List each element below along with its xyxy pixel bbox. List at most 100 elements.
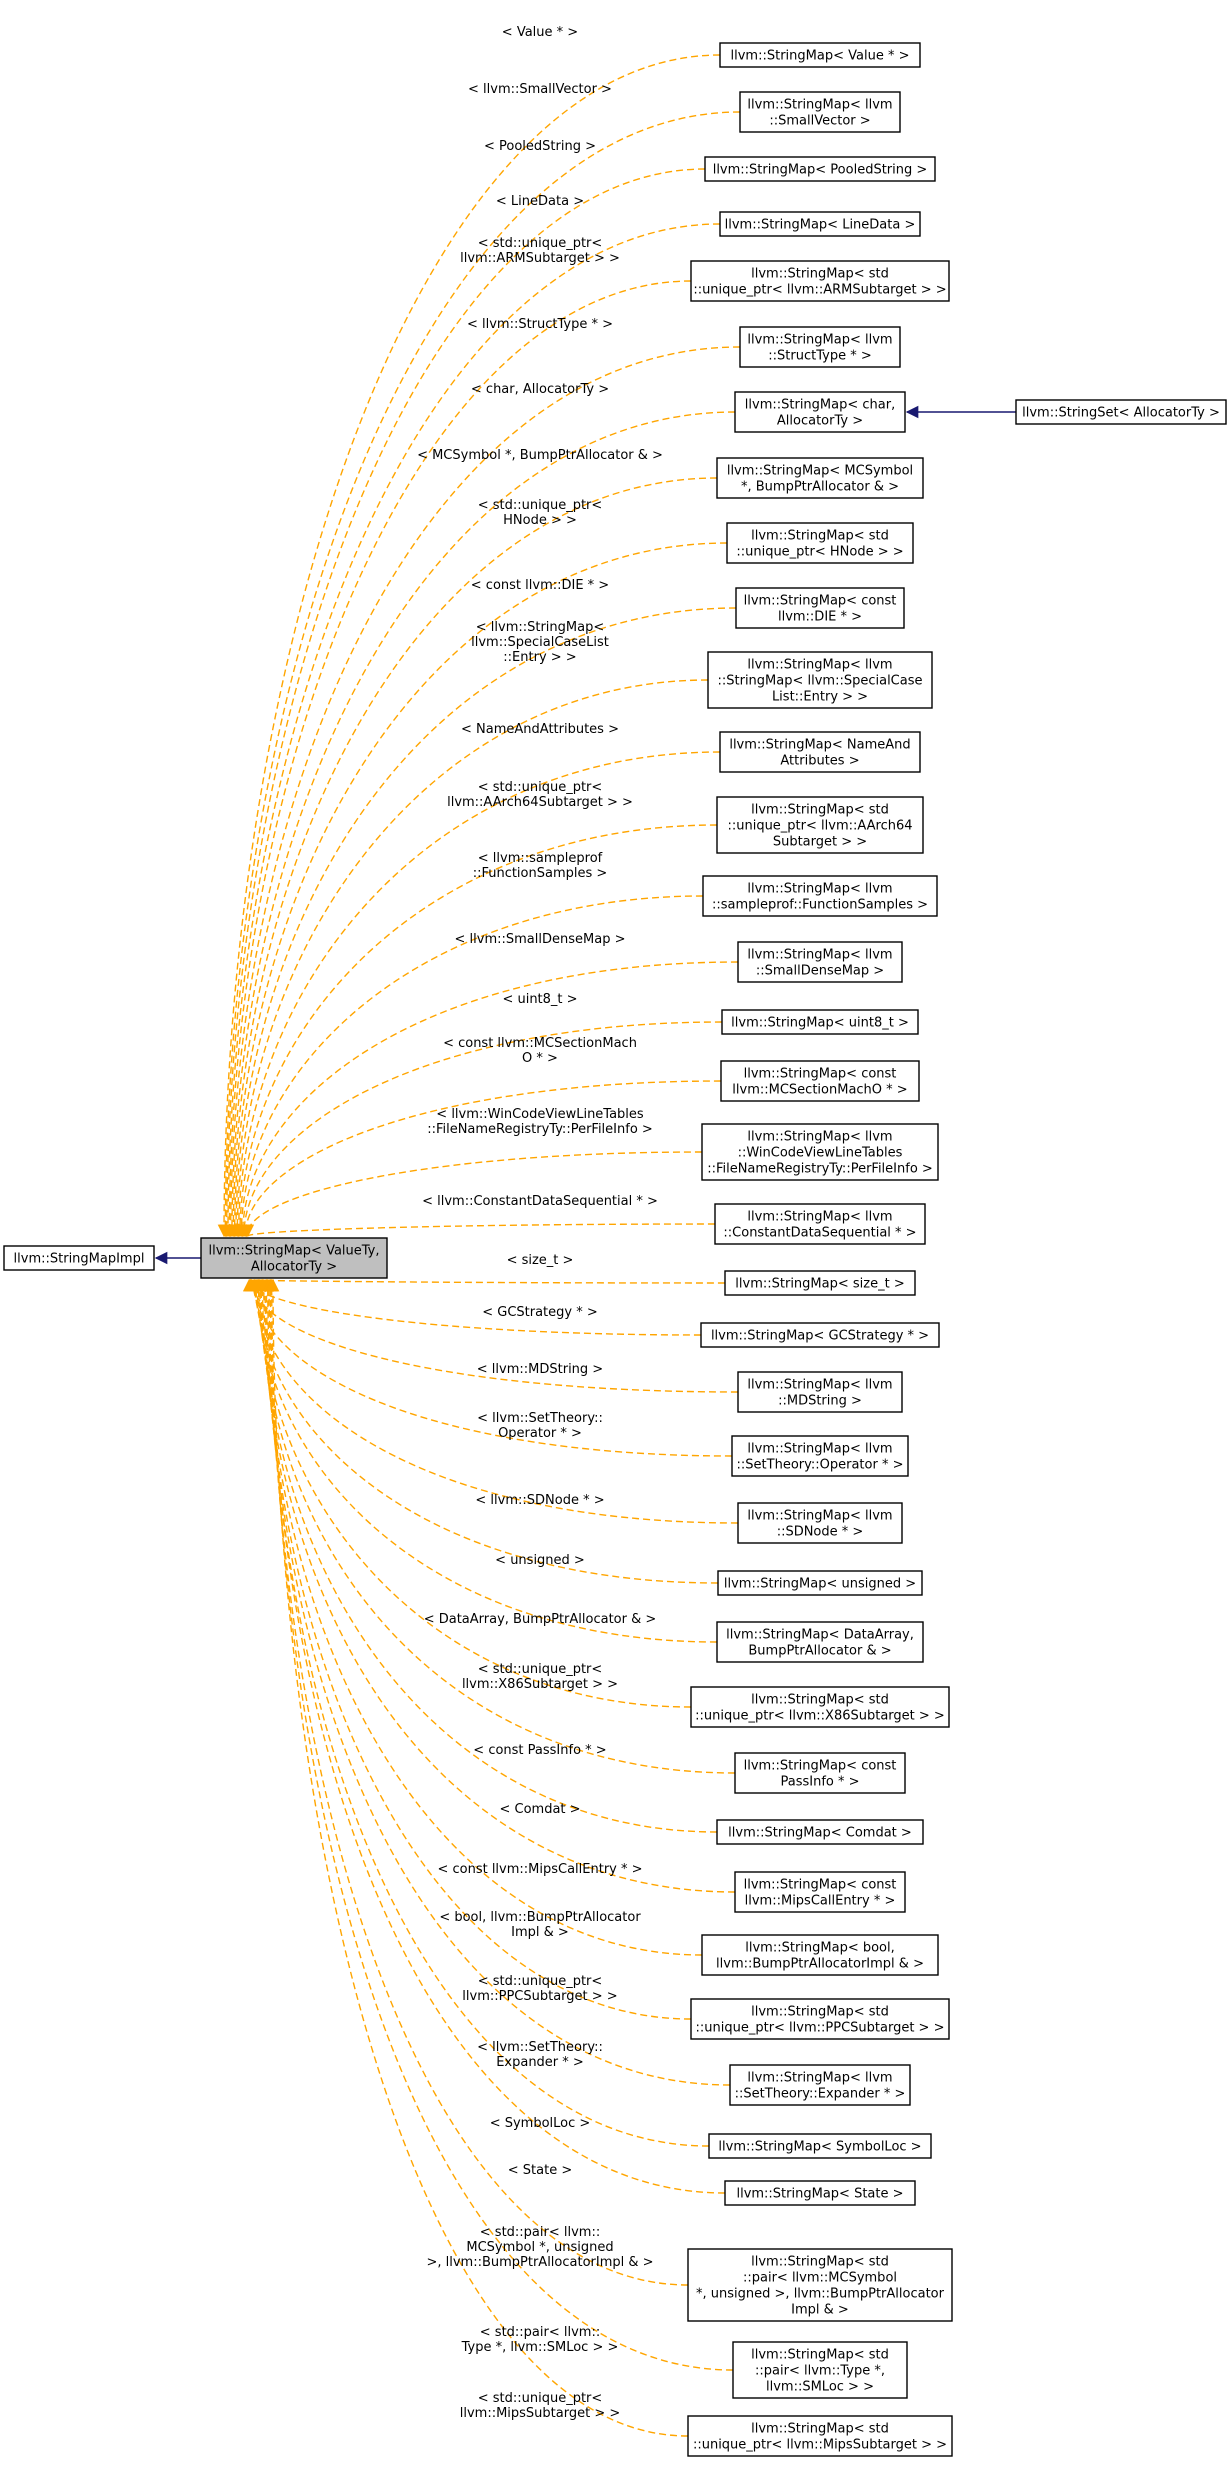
stringmap-instance-9[interactable]: llvm::StringMap< constllvm::DIE * > <box>735 587 905 629</box>
stringmap-instance-17[interactable]: llvm::StringMap< llvm::WinCodeViewLineTa… <box>701 1123 939 1181</box>
stringmap-instance-2-label: llvm::StringMap< PooledString > <box>713 163 928 178</box>
stringmap-template-node-label: AllocatorTy > <box>251 1260 337 1275</box>
stringmap-instance-12[interactable]: llvm::StringMap< std::unique_ptr< llvm::… <box>716 796 924 854</box>
stringmap-instance-35-label: Impl & > <box>791 2303 849 2318</box>
stringmap-instance-20-label: llvm::StringMap< GCStrategy * > <box>711 1329 929 1344</box>
stringmap-instance-18[interactable]: llvm::StringMap< llvm::ConstantDataSeque… <box>714 1203 926 1245</box>
template-edge-36 <box>265 1278 734 2371</box>
stringmap-instance-11[interactable]: llvm::StringMap< NameAndAttributes > <box>719 731 921 773</box>
stringmap-instance-26[interactable]: llvm::StringMap< std::unique_ptr< llvm::… <box>690 1686 950 1728</box>
template-arg-label-8: < std::unique_ptr< <box>478 498 603 513</box>
stringmap-instance-26-label: llvm::StringMap< std <box>751 1693 889 1708</box>
template-arg-label-9: < const llvm::DIE * > <box>471 578 609 593</box>
stringmap-instance-31-label: llvm::StringMap< std <box>751 2005 889 2020</box>
template-arg-label-13: < llvm::sampleprof <box>478 851 603 866</box>
stringmap-instance-17-label: llvm::StringMap< llvm <box>747 1130 892 1145</box>
stringmap-instance-5-label: ::StructType * > <box>768 349 871 364</box>
stringmap-instance-5-label: llvm::StringMap< llvm <box>747 333 892 348</box>
stringmap-instance-13-label: ::sampleprof::FunctionSamples > <box>712 898 928 913</box>
stringmap-instance-16[interactable]: llvm::StringMap< constllvm::MCSectionMac… <box>720 1060 920 1102</box>
stringmap-instance-20[interactable]: llvm::StringMap< GCStrategy * > <box>700 1322 940 1348</box>
stringmap-instance-36[interactable]: llvm::StringMap< std::pair< llvm::Type *… <box>732 2341 908 2399</box>
template-arg-label-16: < const llvm::MCSectionMach <box>443 1036 637 1051</box>
stringmap-instance-37-label: llvm::StringMap< std <box>751 2422 889 2437</box>
stringmap-instance-14[interactable]: llvm::StringMap< llvm::SmallDenseMap > <box>737 941 903 983</box>
template-arg-label-23: < llvm::SDNode * > <box>475 1493 604 1508</box>
template-arg-label-8: HNode > > <box>503 513 577 528</box>
template-arg-label-10: ::Entry > > <box>503 650 576 665</box>
stringmap-instance-22[interactable]: llvm::StringMap< llvm::SetTheory::Operat… <box>731 1435 909 1477</box>
template-arg-label-1: < llvm::SmallVector > <box>468 82 612 97</box>
stringmap-instance-23[interactable]: llvm::StringMap< llvm::SDNode * > <box>737 1502 903 1544</box>
stringmap-instance-21-label: ::MDString > <box>778 1394 862 1409</box>
stringmap-instance-33[interactable]: llvm::StringMap< SymbolLoc > <box>708 2133 932 2159</box>
stringmap-instance-11-label: Attributes > <box>780 754 859 769</box>
stringmap-instance-1-label: llvm::StringMap< llvm <box>747 98 892 113</box>
stringmap-instance-2[interactable]: llvm::StringMap< PooledString > <box>704 156 936 182</box>
stringmap-instance-15[interactable]: llvm::StringMap< uint8_t > <box>721 1009 919 1035</box>
stringset-node[interactable]: llvm::StringSet< AllocatorTy > <box>1015 399 1227 425</box>
template-arg-label-22: < llvm::SetTheory:: <box>477 1411 603 1426</box>
template-arg-label-21: < llvm::MDString > <box>477 1362 603 1377</box>
stringmap-instance-27-label: PassInfo * > <box>780 1775 859 1790</box>
template-arg-label-20: < GCStrategy * > <box>482 1305 598 1320</box>
stringmap-instance-31[interactable]: llvm::StringMap< std::unique_ptr< llvm::… <box>690 1998 950 2040</box>
stringmap-instance-21-label: llvm::StringMap< llvm <box>747 1378 892 1393</box>
stringmap-instance-37[interactable]: llvm::StringMap< std::unique_ptr< llvm::… <box>687 2415 953 2457</box>
stringmap-template-node[interactable]: llvm::StringMap< ValueTy,AllocatorTy > <box>200 1237 388 1279</box>
stringmap-instance-7-label: llvm::StringMap< MCSymbol <box>727 464 913 479</box>
template-arg-label-2: < PooledString > <box>484 139 596 154</box>
stringmap-instance-13[interactable]: llvm::StringMap< llvm::sampleprof::Funct… <box>702 875 938 917</box>
stringmap-instance-12-label: Subtarget > > <box>773 835 867 850</box>
stringmap-instance-32-label: llvm::StringMap< llvm <box>747 2071 892 2086</box>
stringmap-instance-3[interactable]: llvm::StringMap< LineData > <box>719 211 921 237</box>
stringmap-instance-8-label: llvm::StringMap< std <box>751 529 889 544</box>
stringmap-instance-6[interactable]: llvm::StringMap< char,AllocatorTy > <box>734 391 906 433</box>
stringmap-instance-32-label: ::SetTheory::Expander * > <box>735 2087 906 2102</box>
template-arg-label-18: < llvm::ConstantDataSequential * > <box>422 1194 658 1209</box>
stringmap-instance-7[interactable]: llvm::StringMap< MCSymbol*, BumpPtrAlloc… <box>716 457 924 499</box>
stringmap-instance-29[interactable]: llvm::StringMap< constllvm::MipsCallEntr… <box>734 1871 906 1913</box>
template-edge-35 <box>264 1278 689 2286</box>
stringmap-instance-19[interactable]: llvm::StringMap< size_t > <box>724 1270 916 1296</box>
stringmap-instance-4[interactable]: llvm::StringMap< std::unique_ptr< llvm::… <box>690 260 950 302</box>
stringmap-instance-25[interactable]: llvm::StringMap< DataArray,BumpPtrAlloca… <box>716 1621 924 1663</box>
template-arg-label-35: MCSymbol *, unsigned <box>466 2240 613 2255</box>
stringmap-instance-5[interactable]: llvm::StringMap< llvm::StructType * > <box>739 326 901 368</box>
template-arg-label-4: < std::unique_ptr< <box>478 236 603 251</box>
template-arg-label-17: ::FileNameRegistryTy::PerFileInfo > <box>427 1122 653 1137</box>
stringmap-instance-30[interactable]: llvm::StringMap< bool,llvm::BumpPtrAlloc… <box>701 1934 939 1976</box>
stringmap-instance-28[interactable]: llvm::StringMap< Comdat > <box>716 1819 924 1845</box>
stringmap-instance-24[interactable]: llvm::StringMap< unsigned > <box>717 1570 923 1596</box>
stringmap-instance-0[interactable]: llvm::StringMap< Value * > <box>719 42 921 68</box>
stringmap-instance-27[interactable]: llvm::StringMap< constPassInfo * > <box>734 1752 906 1794</box>
stringmap-instance-10-label: List::Entry > > <box>772 690 868 705</box>
template-arg-label-11: < NameAndAttributes > <box>461 722 619 737</box>
stringmap-instance-35[interactable]: llvm::StringMap< std::pair< llvm::MCSymb… <box>687 2248 953 2322</box>
stringmap-instance-8[interactable]: llvm::StringMap< std::unique_ptr< HNode … <box>726 522 914 564</box>
template-arg-label-15: < uint8_t > <box>502 992 577 1007</box>
stringmap-instance-29-label: llvm::MipsCallEntry * > <box>745 1894 896 1909</box>
inheritance-diagram: llvm::StringMapImpl llvm::StringMap< Valu… <box>3 25 1227 2457</box>
template-arg-label-36: Type *, llvm::SMLoc > > <box>461 2340 619 2355</box>
stringmap-instance-33-label: llvm::StringMap< SymbolLoc > <box>718 2140 921 2155</box>
stringmap-instance-30-label: llvm::BumpPtrAllocatorImpl & > <box>716 1957 924 1972</box>
template-arg-label-0: < Value * > <box>502 25 578 40</box>
template-edge-9 <box>229 607 737 1238</box>
stringmap-instance-9-label: llvm::StringMap< const <box>744 594 897 609</box>
template-arg-label-22: Operator * > <box>498 1426 582 1441</box>
stringmap-instance-12-label: llvm::StringMap< std <box>751 803 889 818</box>
stringmap-instance-10-label: llvm::StringMap< llvm <box>747 658 892 673</box>
template-arg-label-4: llvm::ARMSubtarget > > <box>460 251 620 266</box>
stringmap-instance-34[interactable]: llvm::StringMap< State > <box>724 2180 916 2206</box>
stringmap-instance-32[interactable]: llvm::StringMap< llvm::SetTheory::Expand… <box>729 2064 911 2106</box>
stringmap-instance-1[interactable]: llvm::StringMap< llvm::SmallVector > <box>739 91 901 133</box>
template-arg-label-35: >, llvm::BumpPtrAllocatorImpl & > <box>426 2255 653 2270</box>
template-arg-label-36: < std::pair< llvm:: <box>480 2325 600 2340</box>
stringmap-instance-17-label: ::WinCodeViewLineTables <box>738 1146 903 1161</box>
stringmap-instance-21[interactable]: llvm::StringMap< llvm::MDString > <box>737 1371 903 1413</box>
stringmap-instance-10[interactable]: llvm::StringMap< llvm::StringMap< llvm::… <box>707 651 933 709</box>
stringmap-instance-19-label: llvm::StringMap< size_t > <box>735 1277 904 1292</box>
stringmapimpl-node[interactable]: llvm::StringMapImpl <box>3 1245 155 1271</box>
stringmap-instance-17-label: ::FileNameRegistryTy::PerFileInfo > <box>707 1162 933 1177</box>
